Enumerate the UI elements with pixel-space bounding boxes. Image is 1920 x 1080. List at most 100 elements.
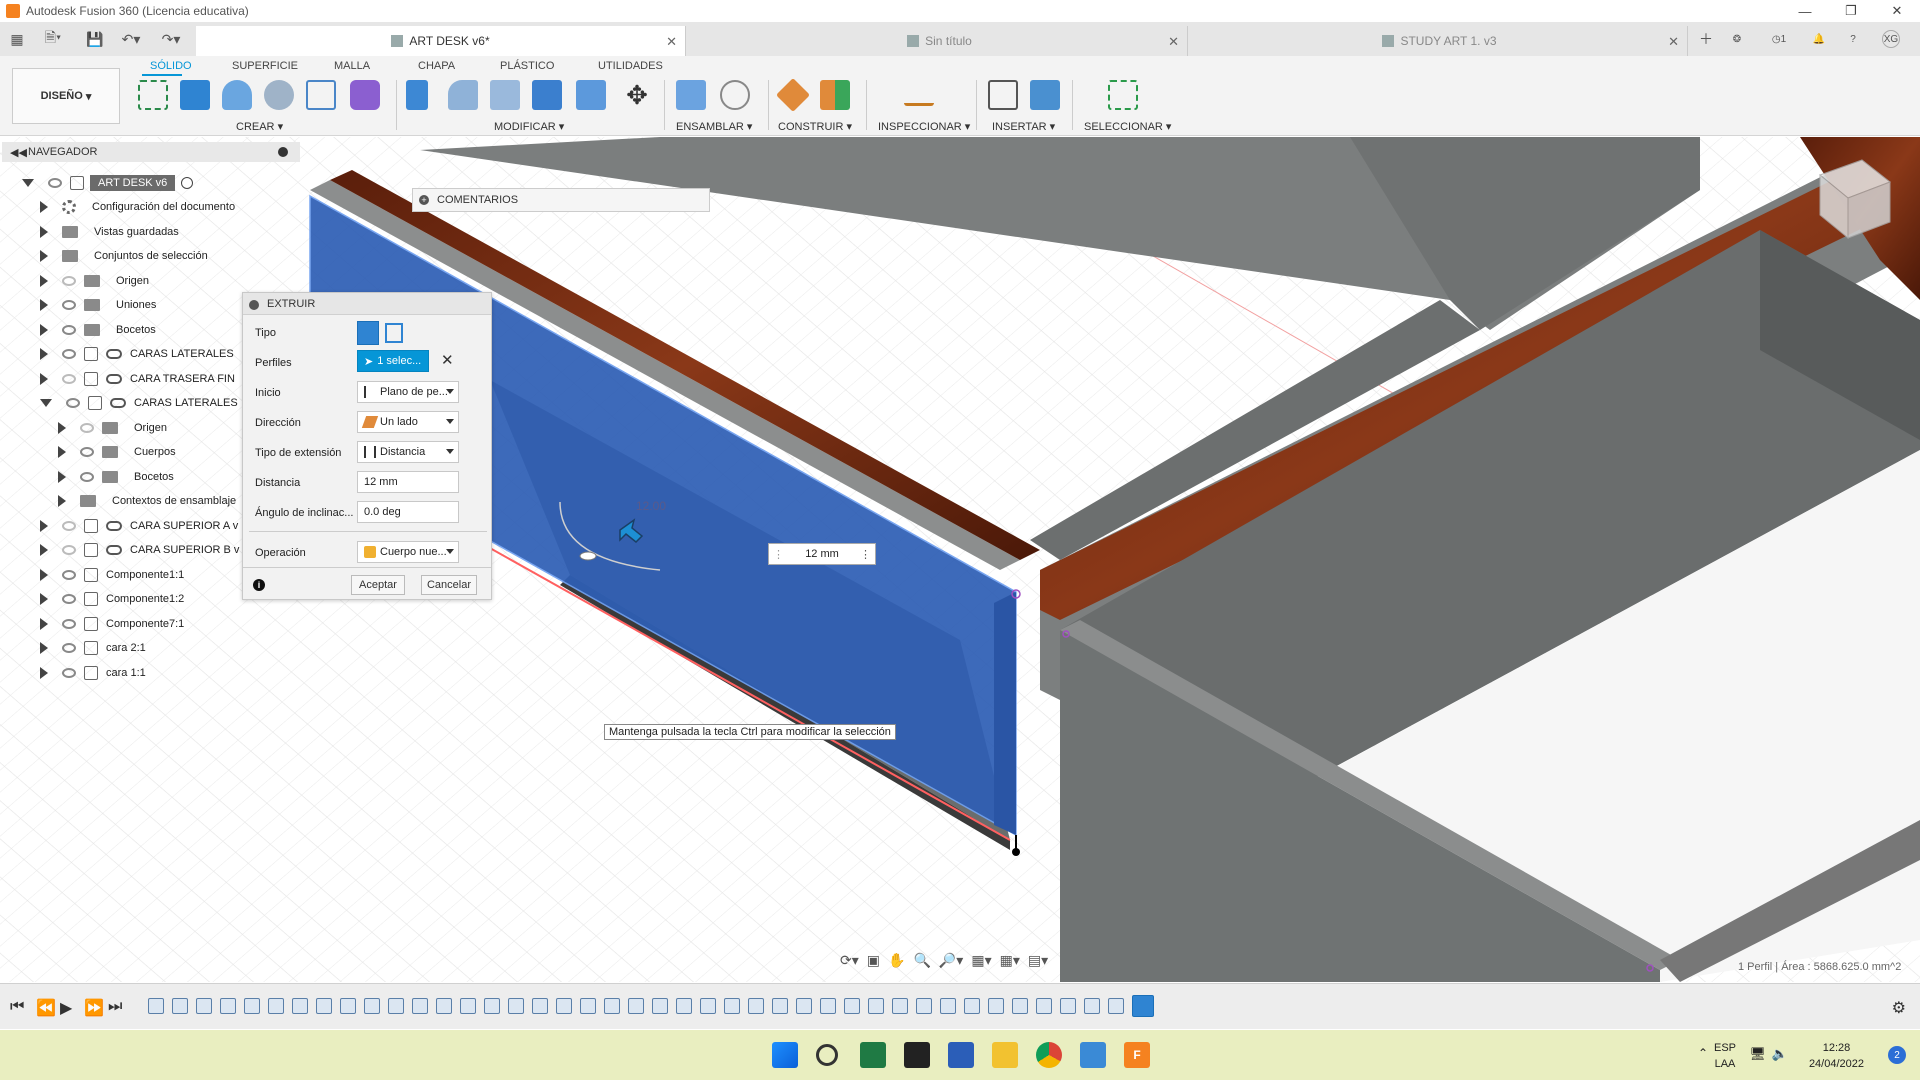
timeline-feature-icon[interactable]	[172, 998, 188, 1014]
expand-arrow-icon[interactable]	[40, 642, 48, 654]
chamfer-icon[interactable]	[490, 80, 520, 110]
extrude-icon[interactable]	[180, 80, 210, 110]
expand-arrow-icon[interactable]	[40, 274, 48, 287]
timeline-feature-icon[interactable]	[676, 998, 692, 1014]
timeline-feature-icon[interactable]	[484, 998, 500, 1014]
minimize-button[interactable]: —	[1782, 0, 1828, 22]
navigator-item[interactable]: Bocetos	[40, 319, 156, 341]
extent-type-dropdown[interactable]: Distancia	[357, 441, 459, 463]
group-insertar[interactable]: INSERTAR ▾	[992, 120, 1055, 133]
expand-arrow-icon[interactable]	[40, 250, 48, 262]
navigator-item[interactable]: Componente7:1	[40, 613, 184, 635]
timeline-feature-icon[interactable]	[652, 998, 668, 1014]
app-grid-icon[interactable]: ▦	[6, 28, 28, 50]
operation-dropdown[interactable]: Cuerpo nue...	[357, 541, 459, 563]
timeline-feature-icon[interactable]	[748, 998, 764, 1014]
save-icon[interactable]: 💾	[84, 28, 106, 50]
start-dropdown[interactable]: Plano de pe...	[357, 381, 459, 403]
expand-arrow-icon[interactable]	[58, 421, 66, 434]
timeline-feature-icon[interactable]	[340, 998, 356, 1014]
visibility-eye-icon[interactable]	[62, 643, 76, 653]
timeline-feature-icon[interactable]	[892, 998, 908, 1014]
clock[interactable]: 12:28 24/04/2022	[1809, 1040, 1864, 1072]
expand-arrow-icon[interactable]	[40, 225, 48, 238]
maximize-button[interactable]: ❐	[1828, 0, 1874, 22]
select-icon[interactable]	[1108, 80, 1138, 110]
group-crear[interactable]: CREAR ▾	[236, 120, 283, 133]
expand-arrow-icon[interactable]	[58, 495, 66, 507]
navigator-item[interactable]: Componente1:1	[40, 564, 184, 586]
timeline-feature-icon[interactable]	[412, 998, 428, 1014]
close-tab-icon[interactable]: ✕	[1668, 34, 1679, 50]
tab-superficie[interactable]: SUPERFICIE	[232, 60, 298, 72]
expand-arrow-icon[interactable]	[40, 568, 48, 581]
notifications-icon[interactable]: 🔔	[1810, 30, 1828, 48]
tab-sin-titulo[interactable]: Sin título ✕	[692, 26, 1188, 56]
navigator-item[interactable]: Vistas guardadas	[40, 221, 179, 243]
timeline-feature-icon[interactable]	[724, 998, 740, 1014]
expand-arrow-icon[interactable]	[58, 446, 66, 458]
midplane-icon[interactable]	[820, 80, 850, 110]
insert-image-icon[interactable]	[1030, 80, 1060, 110]
timeline-feature-icon[interactable]	[916, 998, 932, 1014]
timeline-feature-icon[interactable]	[820, 998, 836, 1014]
pin-icon[interactable]	[278, 147, 288, 157]
ok-button[interactable]: Aceptar	[351, 575, 405, 595]
new-tab-icon[interactable]: ＋	[1694, 28, 1718, 50]
expand-arrow-icon[interactable]	[40, 544, 48, 556]
timeline-feature-icon[interactable]	[1012, 998, 1028, 1014]
undo-icon[interactable]: ↶▾	[116, 28, 146, 50]
offset-plane-icon[interactable]	[776, 78, 810, 112]
tree-root[interactable]: ART DESK v6	[22, 172, 194, 194]
visibility-eye-icon[interactable]	[62, 667, 76, 678]
zoom-icon[interactable]: 🔍	[913, 952, 930, 969]
press-pull-icon[interactable]	[406, 80, 428, 110]
viewports-icon[interactable]: ▤▾	[1028, 952, 1048, 969]
timeline-feature-icon[interactable]	[244, 998, 260, 1014]
timeline-feature-icon[interactable]	[220, 998, 236, 1014]
fit-icon[interactable]: 🔎▾	[939, 952, 963, 969]
timeline-feature-icon[interactable]	[1132, 995, 1154, 1017]
group-construir[interactable]: CONSTRUIR ▾	[778, 120, 852, 133]
expand-arrow-icon[interactable]	[40, 593, 48, 605]
navigator-item[interactable]: CARAS LATERALES	[40, 392, 238, 414]
timeline-feature-icon[interactable]	[196, 998, 212, 1014]
timeline-feature-icon[interactable]	[964, 998, 980, 1014]
timeline-feature-icon[interactable]	[772, 998, 788, 1014]
activate-radio-icon[interactable]	[181, 177, 194, 189]
timeline-feature-icon[interactable]	[1108, 998, 1124, 1014]
timeline-next-icon[interactable]: ⏩	[84, 998, 104, 1018]
tab-chapa[interactable]: CHAPA	[418, 60, 455, 72]
collapse-minus-icon[interactable]	[249, 300, 259, 310]
fusion-taskbar-icon[interactable]: F	[1124, 1042, 1150, 1068]
close-tab-icon[interactable]: ✕	[666, 34, 677, 50]
tab-plastico[interactable]: PLÁSTICO	[500, 60, 554, 72]
visibility-eye-icon[interactable]	[62, 349, 76, 359]
timeline-feature-icon[interactable]	[460, 998, 476, 1014]
timeline-feature-icon[interactable]	[700, 998, 716, 1014]
timeline-feature-icon[interactable]	[388, 998, 404, 1014]
expand-arrow-icon[interactable]	[40, 519, 48, 532]
distance-manipulator-input[interactable]: ⋮ 12 mm ⋮	[768, 543, 876, 565]
expand-arrow-icon[interactable]	[40, 666, 48, 679]
timeline-feature-icon[interactable]	[1036, 998, 1052, 1014]
clear-selection-icon[interactable]: ✕	[441, 351, 454, 369]
navigator-item[interactable]: Origen	[58, 417, 167, 439]
orbit-icon[interactable]: ⟳▾	[840, 952, 859, 969]
type-thin-icon[interactable]	[385, 323, 403, 343]
navigator-item[interactable]: Componente1:2	[40, 588, 184, 610]
timeline-first-icon[interactable]: ⏮	[10, 998, 24, 1016]
grid-settings-icon[interactable]: ▦▾	[1000, 952, 1020, 969]
tab-study-art[interactable]: STUDY ART 1. v3 ✕	[1192, 26, 1688, 56]
new-component-icon[interactable]	[676, 80, 706, 110]
timeline-last-icon[interactable]: ⏭	[108, 998, 122, 1016]
timeline-feature-icon[interactable]	[796, 998, 812, 1014]
expand-arrow-icon[interactable]	[40, 617, 48, 630]
pattern-icon[interactable]	[306, 80, 336, 110]
timeline-feature-icon[interactable]	[292, 998, 308, 1014]
cancel-button[interactable]: Cancelar	[421, 575, 477, 595]
look-at-icon[interactable]: ▣	[867, 952, 880, 969]
fillet-icon[interactable]	[448, 80, 478, 110]
expand-arrow-icon[interactable]	[40, 201, 48, 213]
excel-icon[interactable]	[860, 1042, 886, 1068]
